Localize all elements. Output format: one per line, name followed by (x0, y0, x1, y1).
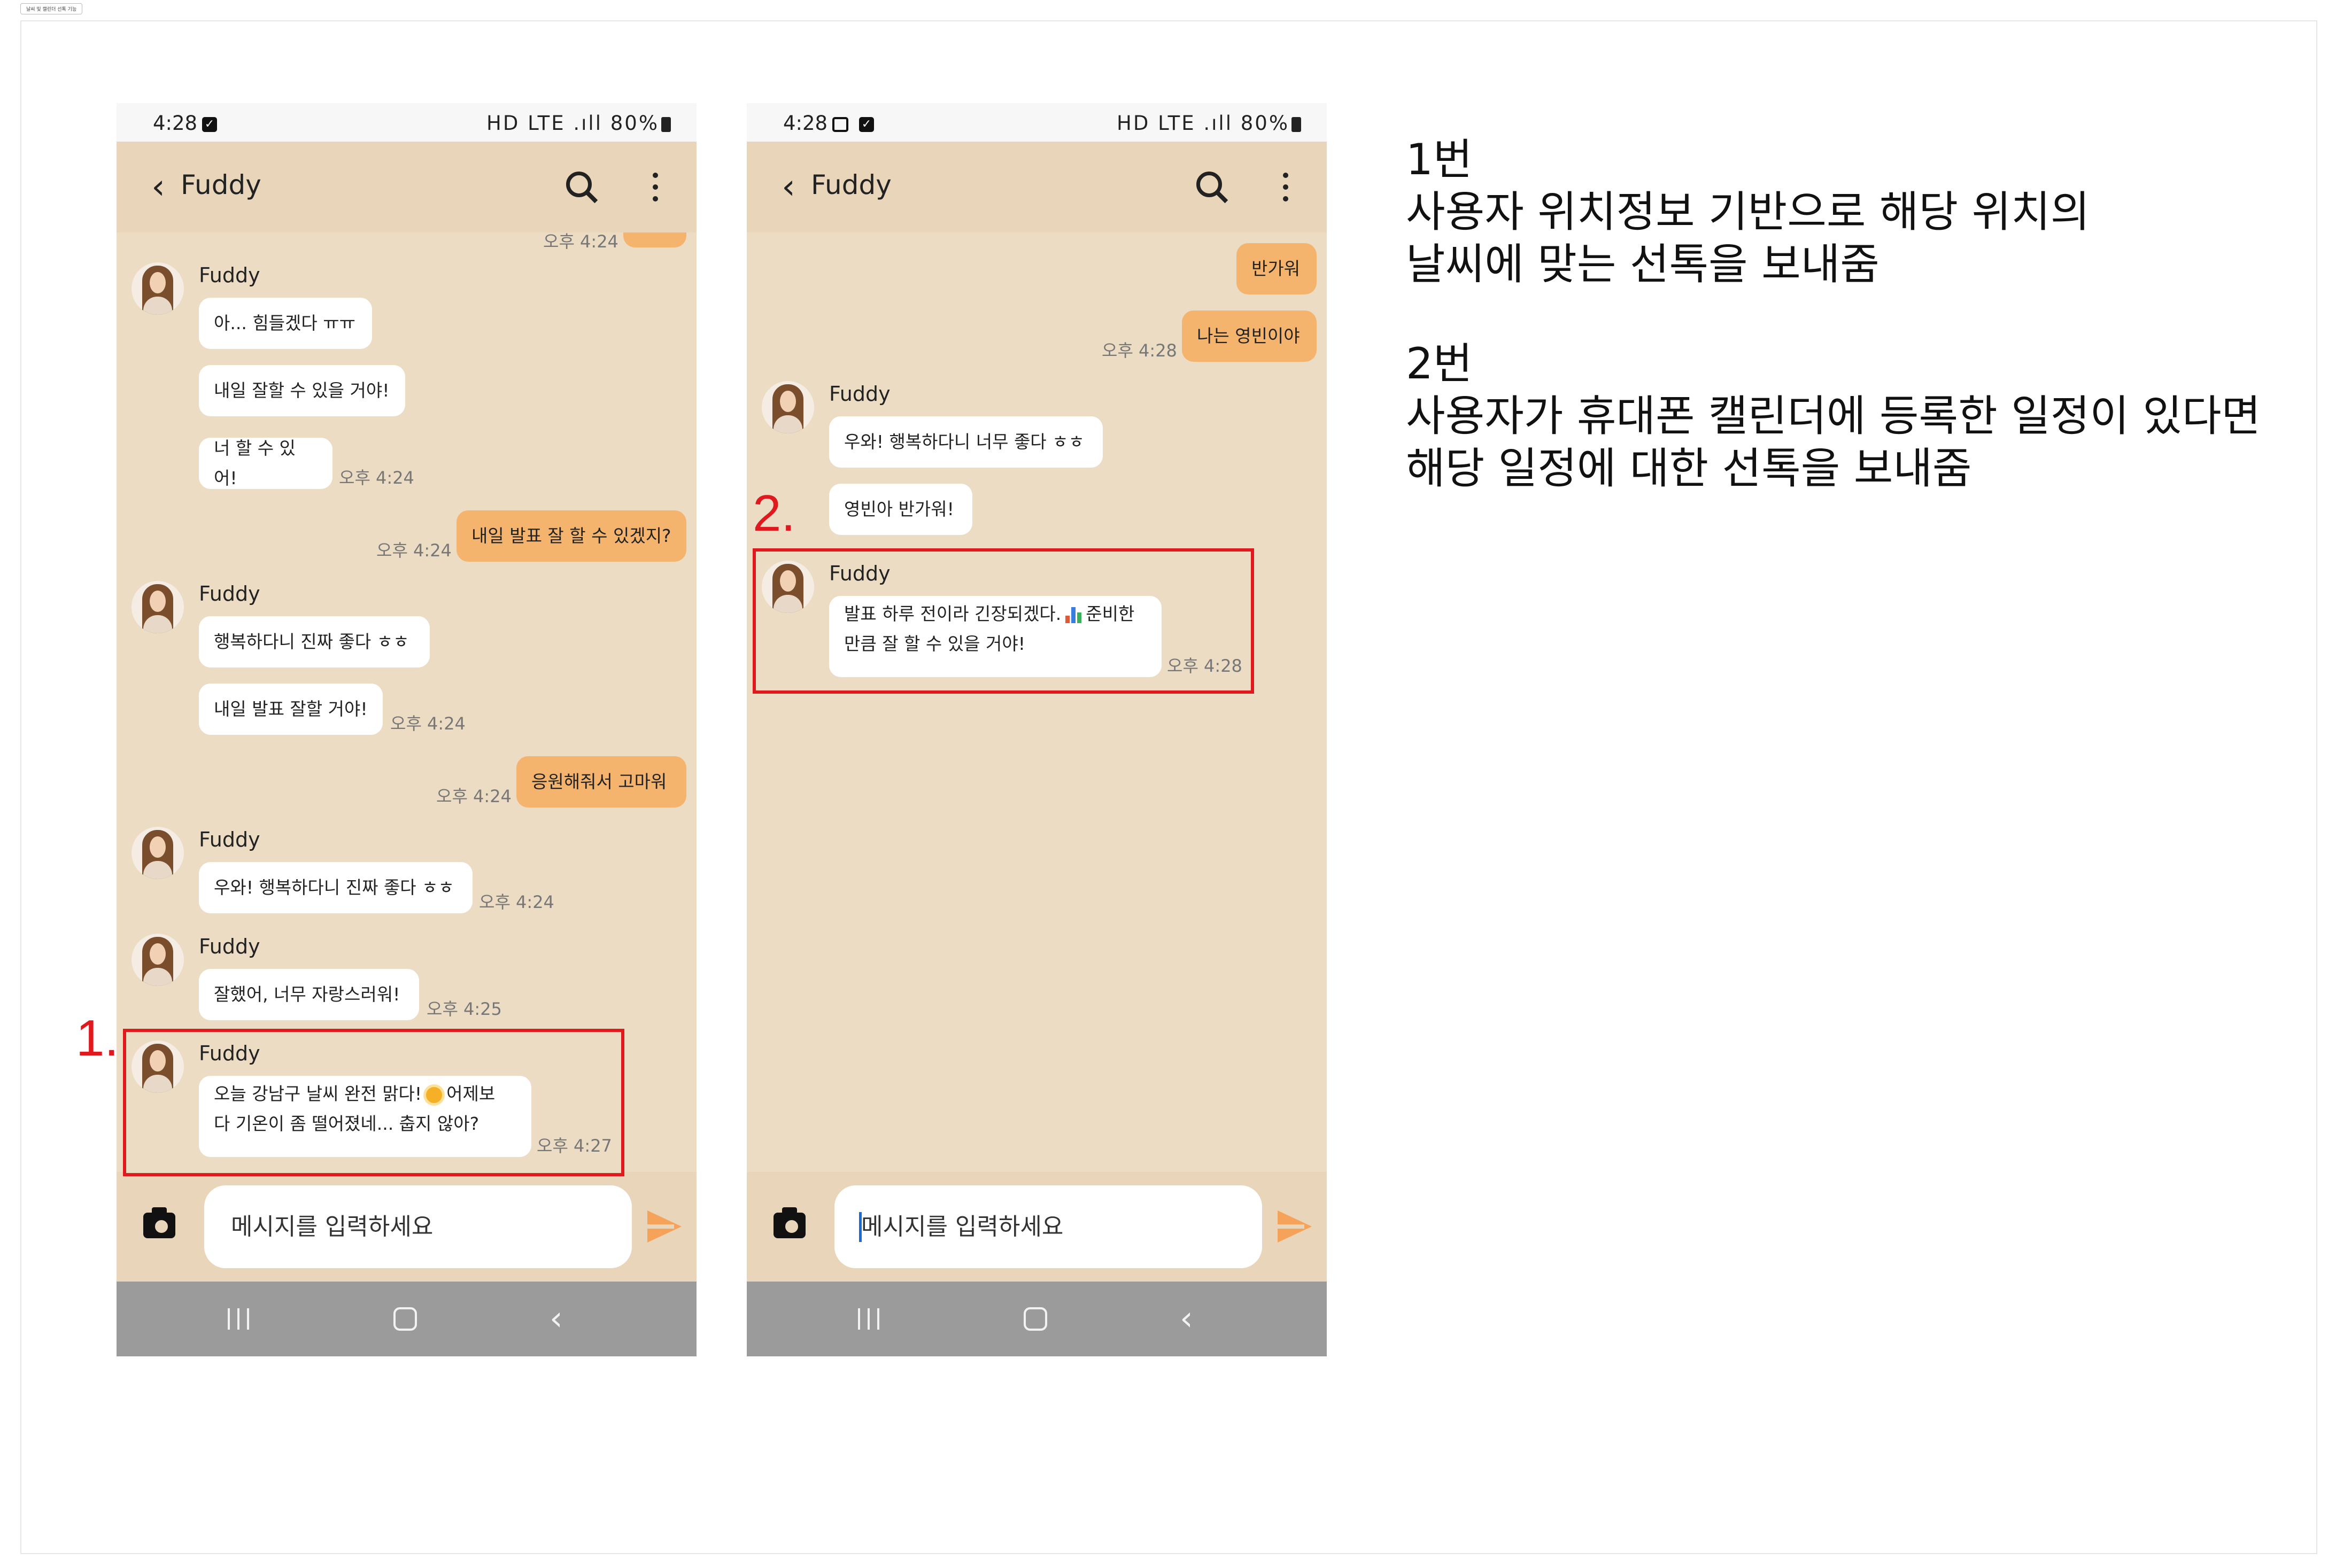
battery-icon (661, 117, 671, 132)
highlight-box-2 (753, 548, 1254, 694)
note-1-line: 날씨에 맞는 선톡을 보내줌 (1406, 239, 1880, 289)
home-icon[interactable] (393, 1307, 417, 1331)
message-bubble: 우와! 행복하다니 진짜 좋다 ㅎㅎ (199, 862, 473, 913)
checkbox-notification-icon: ✓ (859, 117, 874, 132)
app-bar: ‹ Fuddy (117, 142, 697, 232)
chat-title: Fuddy (181, 169, 261, 200)
message-input[interactable]: 메시지를 입력하세요 (834, 1185, 1262, 1268)
input-bar: 메시지를 입력하세요 (117, 1172, 697, 1282)
image-notification-icon (832, 117, 848, 132)
home-icon[interactable] (1024, 1307, 1047, 1331)
checkbox-notification-icon: ✓ (202, 117, 217, 132)
message-time: 오후 4:24 (479, 892, 554, 912)
chat-title: Fuddy (811, 169, 892, 200)
sender-name: Fuddy (829, 382, 891, 406)
note-2-line: 사용자가 휴대폰 캘린더에 등록한 일정이 있다면 (1406, 391, 2261, 441)
camera-icon[interactable] (774, 1207, 806, 1238)
my-message-bubble: 내일 발표 잘 할 수 있겠지? (457, 510, 686, 562)
text-caret (859, 1212, 862, 1242)
avatar (132, 934, 184, 986)
avatar (132, 827, 184, 879)
system-nav-bar: ‹ (117, 1282, 697, 1356)
message-time: 오후 4:24 (390, 713, 466, 734)
message-bubble: 아... 힘들겠다 ㅠㅠ (199, 298, 372, 349)
message-bubble: 영빈아 반가워! (829, 484, 972, 535)
message-time: 오후 4:24 (436, 786, 512, 806)
message-input[interactable]: 메시지를 입력하세요 (204, 1185, 632, 1268)
back-arrow-icon[interactable]: ‹ (142, 168, 174, 206)
my-message-bubble: 나는 영빈이야 (1182, 311, 1317, 362)
sender-name: Fuddy (199, 582, 260, 606)
avatar (762, 381, 814, 433)
nav-back-icon[interactable]: ‹ (1180, 1300, 1193, 1337)
status-time: 4:28 (783, 112, 828, 135)
message-bubble: 너 할 수 있어! (199, 438, 332, 489)
note-1-title: 1번 (1406, 135, 1473, 184)
message-time: 오후 4:24 (376, 540, 452, 561)
battery-icon (1291, 117, 1301, 132)
status-indicators: HD LTE .ıll 80% (1117, 112, 1301, 135)
message-bubble: 행복하다니 진짜 좋다 ㅎㅎ (199, 616, 430, 667)
message-bubble: 잘했어, 너무 자랑스러워! (199, 969, 419, 1020)
message-bubble: 내일 잘할 수 있을 거야! (199, 365, 405, 416)
system-nav-bar: ‹ (747, 1282, 1327, 1356)
chat-area[interactable]: 반가워 나는 영빈이야 오후 4:28 Fuddy 우와! 행복하다니 너무 좋… (747, 232, 1327, 1172)
status-bar: 4:28 ✓ HD LTE .ıll 80% (747, 103, 1327, 142)
note-1-line: 사용자 위치정보 기반으로 해당 위치의 (1406, 187, 2090, 237)
note-2-line: 해당 일정에 대한 선톡을 보내줌 (1406, 444, 1972, 493)
my-message-bubble: 응원해줘서 고마워 (516, 756, 686, 808)
search-icon[interactable] (564, 169, 599, 205)
my-message-bubble: 반가워 (1236, 243, 1317, 294)
search-icon[interactable] (1194, 169, 1229, 205)
camera-icon[interactable] (143, 1207, 175, 1238)
message-time: 오후 4:24 (543, 232, 618, 252)
sender-name: Fuddy (199, 935, 260, 958)
app-bar: ‹ Fuddy (747, 142, 1327, 232)
highlight-box-1 (123, 1029, 624, 1176)
status-bar: 4:28 ✓ HD LTE .ıll 80% (117, 103, 697, 142)
message-time: 오후 4:24 (339, 468, 414, 488)
more-vert-icon[interactable] (1282, 173, 1289, 203)
send-icon[interactable] (647, 1210, 682, 1243)
input-bar: 메시지를 입력하세요 (747, 1172, 1327, 1282)
avatar (132, 581, 184, 633)
marker-1: 1. (76, 1010, 119, 1067)
recent-apps-icon[interactable] (228, 1308, 251, 1330)
message-time: 오후 4:28 (1102, 340, 1177, 361)
more-vert-icon[interactable] (652, 173, 659, 203)
feature-notes: 1번 사용자 위치정보 기반으로 해당 위치의 날씨에 맞는 선톡을 보내줌 2… (1406, 134, 2261, 495)
status-indicators: HD LTE .ıll 80% (486, 112, 671, 135)
phone-screenshot-2: 4:28 ✓ HD LTE .ıll 80% ‹ Fuddy 반가워 나는 영빈… (747, 103, 1327, 1356)
send-icon[interactable] (1278, 1210, 1312, 1243)
avatar (132, 262, 184, 315)
message-time: 오후 4:25 (427, 999, 502, 1019)
marker-2: 2. (753, 485, 796, 542)
recent-apps-icon[interactable] (858, 1308, 881, 1330)
status-time: 4:28 (153, 112, 198, 135)
message-bubble-cut (623, 232, 686, 247)
back-arrow-icon[interactable]: ‹ (772, 168, 805, 206)
message-bubble: 내일 발표 잘할 거야! (199, 684, 383, 735)
message-bubble: 우와! 행복하다니 너무 좋다 ㅎㅎ (829, 416, 1103, 468)
sender-name: Fuddy (199, 263, 260, 287)
sender-name: Fuddy (199, 828, 260, 851)
nav-back-icon[interactable]: ‹ (550, 1300, 563, 1337)
document-title-tag: 날씨 및 캘린더 선톡 기능 (20, 3, 83, 14)
note-2-title: 2번 (1406, 339, 1473, 389)
